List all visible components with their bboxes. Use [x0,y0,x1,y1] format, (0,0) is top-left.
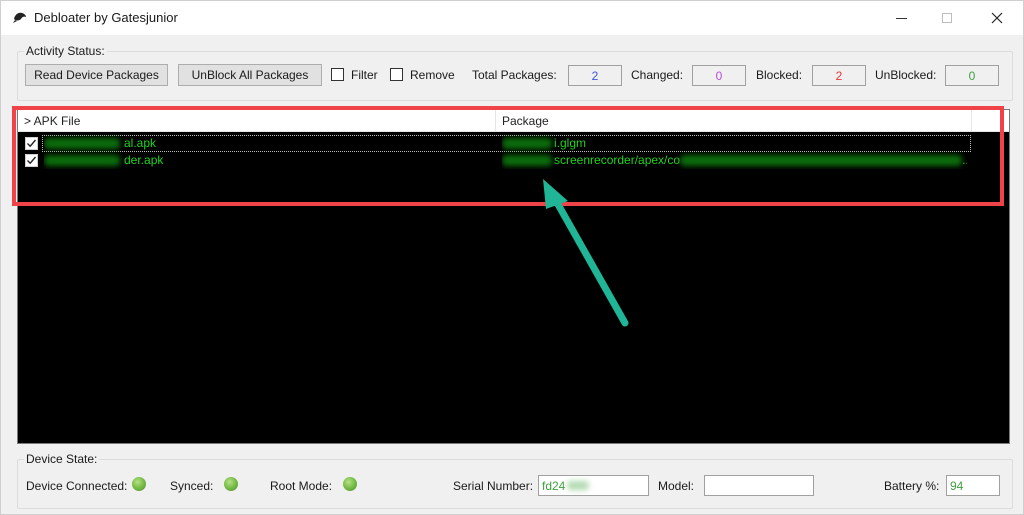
synced-indicator [224,477,238,491]
device-connected-indicator [132,477,146,491]
remove-label: Remove [410,68,455,82]
maximize-icon [942,13,952,23]
column-header-filler [972,110,1009,132]
serial-number-value: fd24 [542,478,566,493]
blocked-value: 2 [812,65,866,86]
close-icon [991,12,1003,24]
device-state-label: Device State: [24,452,100,466]
activity-status-label: Activity Status: [24,44,107,58]
column-header-package[interactable]: Package [496,110,972,132]
remove-checkbox[interactable] [390,68,403,81]
package-name: screenrecorder/apex/co [554,153,681,167]
list-row[interactable]: al.apk i.glgm [18,135,1009,152]
blocked-label: Blocked: [756,68,803,82]
total-packages-value: 2 [568,65,622,86]
minimize-icon [895,17,907,19]
redacted-text [567,481,590,490]
read-device-packages-button[interactable]: Read Device Packages [25,64,168,86]
window-title: Debloater by Gatesjunior [34,10,178,25]
close-button[interactable] [974,1,1020,35]
maximize-button[interactable] [924,1,970,35]
debloater-logo-icon [13,12,26,23]
root-mode-label: Root Mode: [270,479,333,493]
root-mode-indicator [343,477,357,491]
apk-file-cell: al.apk [44,135,494,152]
battery-field[interactable]: 94 [946,475,1000,496]
package-cell: screenrecorder/apex/co... [502,152,967,169]
synced-label: Synced: [170,479,214,493]
apk-file-name: al.apk [124,136,157,150]
redacted-text [680,155,963,167]
unblock-all-packages-button[interactable]: UnBlock All Packages [178,64,322,86]
minimize-button[interactable] [878,1,924,35]
redacted-text [44,138,120,150]
serial-number-label: Serial Number: [453,479,534,493]
column-header-apk-file[interactable]: > APK File [18,110,496,132]
row-checkbox[interactable] [25,137,38,150]
package-list[interactable]: > APK File Package al.apk i.glgm der.apk [17,109,1010,444]
apk-file-cell: der.apk [44,152,494,169]
redacted-text [502,155,552,167]
title-bar[interactable]: Debloater by Gatesjunior [1,1,1023,35]
list-header: > APK File Package [18,110,1009,132]
app-window: Debloater by Gatesjunior Activity Status… [0,0,1024,515]
package-name: i.glgm [554,136,587,150]
checkmark-icon [27,139,37,148]
filter-checkbox[interactable] [331,68,344,81]
serial-number-field[interactable]: fd24 [538,475,649,496]
list-row[interactable]: der.apk screenrecorder/apex/co... [18,152,1009,169]
total-packages-label: Total Packages: [472,68,557,82]
unblocked-label: UnBlocked: [875,68,937,82]
model-field[interactable] [704,475,814,496]
device-connected-label: Device Connected: [26,479,128,493]
unblocked-value: 0 [945,65,999,86]
redacted-text [44,155,120,167]
apk-file-name: der.apk [124,153,164,167]
model-label: Model: [658,479,695,493]
filter-label: Filter [351,68,378,82]
battery-label: Battery %: [884,479,940,493]
row-checkbox[interactable] [25,154,38,167]
redacted-text [502,138,552,150]
package-ellipsis: ... [962,153,967,167]
changed-value: 0 [692,65,746,86]
package-cell: i.glgm [502,135,967,152]
changed-label: Changed: [631,68,684,82]
checkmark-icon [27,156,37,165]
